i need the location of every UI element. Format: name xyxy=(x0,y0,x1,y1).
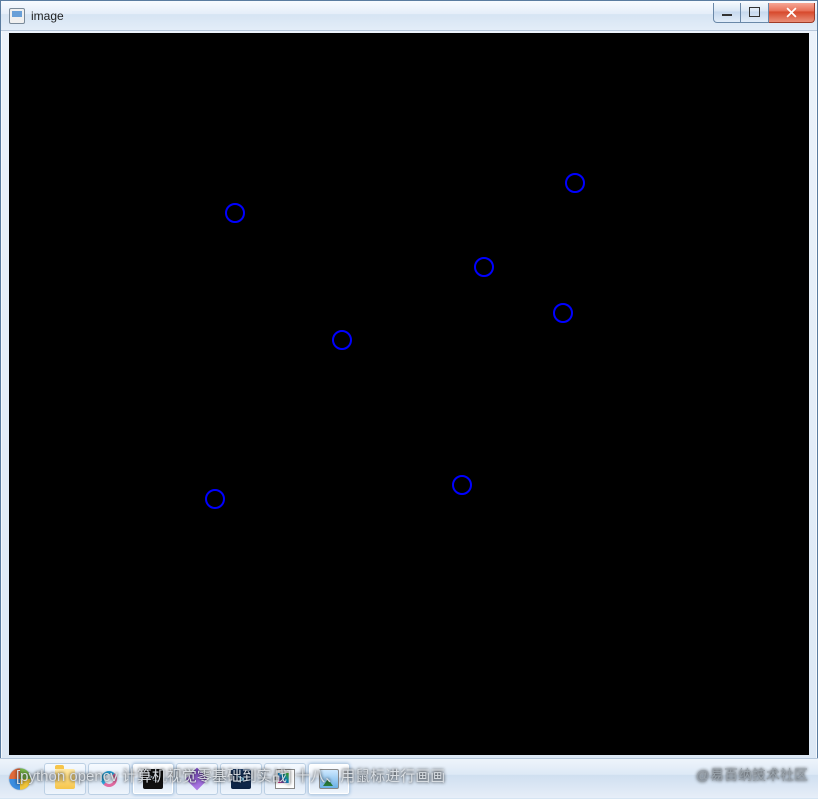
titlebar[interactable]: image xyxy=(1,1,817,31)
client-area xyxy=(9,33,809,755)
app-icon xyxy=(9,8,25,24)
copilot-icon xyxy=(99,769,119,789)
close-button[interactable] xyxy=(769,3,815,23)
file-explorer-icon xyxy=(55,769,75,789)
close-icon xyxy=(786,7,797,18)
drawn-circle xyxy=(474,257,494,277)
taskbar-item-image-viewer[interactable] xyxy=(308,763,350,795)
taskbar-item-file-explorer[interactable] xyxy=(44,763,86,795)
taskbar-item-paint[interactable] xyxy=(264,763,306,795)
drawn-circle xyxy=(452,475,472,495)
taskbar-item-powershell[interactable] xyxy=(220,763,262,795)
terminal-icon xyxy=(143,769,163,789)
taskbar-items xyxy=(44,763,350,795)
visual-studio-icon xyxy=(183,764,211,792)
taskbar-item-terminal[interactable] xyxy=(132,763,174,795)
start-button[interactable] xyxy=(0,759,40,799)
minimize-button[interactable] xyxy=(713,3,741,23)
titlebar-left: image xyxy=(9,8,64,24)
drawn-circle xyxy=(565,173,585,193)
drawing-canvas[interactable] xyxy=(9,33,809,755)
paint-icon xyxy=(275,769,295,789)
windows-logo-icon xyxy=(9,768,31,790)
window-controls xyxy=(713,3,815,23)
window-title: image xyxy=(31,9,64,23)
image-viewer-icon xyxy=(319,769,339,789)
powershell-icon xyxy=(231,769,251,789)
drawn-circle xyxy=(225,203,245,223)
maximize-button[interactable] xyxy=(741,3,769,23)
drawn-circle xyxy=(205,489,225,509)
taskbar-item-copilot[interactable] xyxy=(88,763,130,795)
drawn-circle xyxy=(332,330,352,350)
drawn-circle xyxy=(553,303,573,323)
taskbar-item-visual-studio[interactable] xyxy=(176,763,218,795)
taskbar xyxy=(0,758,818,798)
app-window: image xyxy=(0,0,818,764)
